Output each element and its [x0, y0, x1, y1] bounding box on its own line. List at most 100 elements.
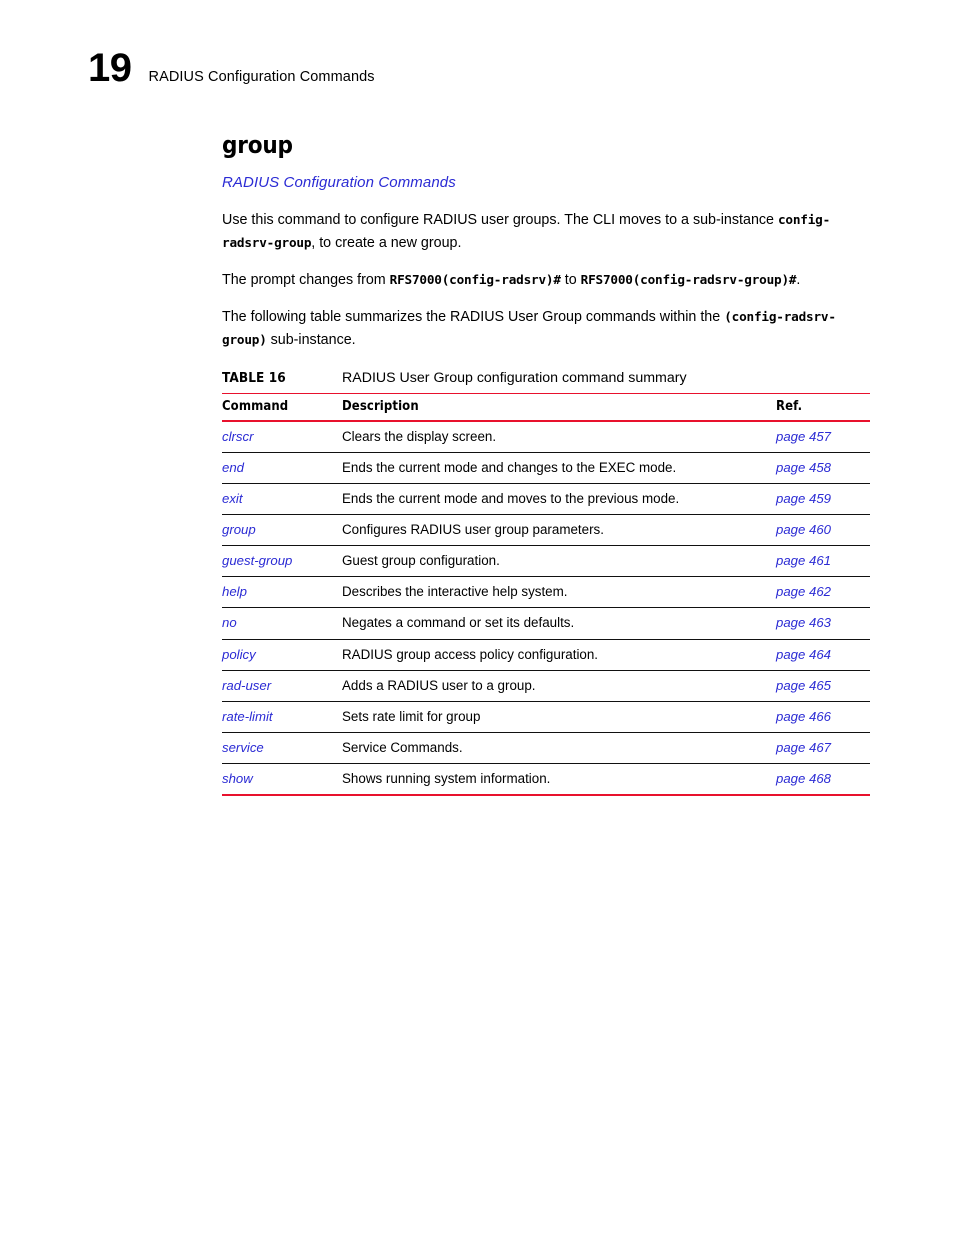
page-reference-link[interactable]: page 463 [776, 615, 831, 630]
table-cell-description: Negates a command or set its defaults. [342, 607, 776, 640]
table-cell-description: Guest group configuration. [342, 545, 776, 578]
chapter-number: 19 [88, 46, 132, 90]
table-cell-command: group [222, 514, 342, 547]
page-reference-link[interactable]: page 466 [776, 709, 831, 724]
paragraph-intro: Use this command to configure RADIUS use… [222, 209, 872, 254]
paragraph-table-intro-text-2: sub-instance. [266, 331, 356, 348]
table-cell-ref: page 465 [776, 670, 870, 702]
page-reference-link[interactable]: page 464 [776, 647, 831, 662]
table-cell-ref: page 458 [776, 452, 870, 485]
chapter-title: RADIUS Configuration Commands [148, 69, 375, 85]
command-link-service[interactable]: service [222, 740, 264, 755]
table-cell-command: end [222, 452, 342, 485]
command-link-rate-limit[interactable]: rate-limit [222, 709, 273, 724]
table-cell-ref: page 463 [776, 607, 870, 640]
table-cell-description: Clears the display screen. [342, 420, 776, 453]
table-header: Command Description Ref. [222, 392, 870, 422]
table-caption-text: RADIUS User Group configuration command … [342, 369, 687, 386]
table-row: show Shows running system information. pag… [222, 763, 870, 796]
command-link-rad-user[interactable]: rad-user [222, 678, 271, 693]
page-reference-link[interactable]: page 467 [776, 740, 831, 755]
table-cell-command: exit [222, 483, 342, 516]
paragraph-prompt-text-3: . [796, 271, 801, 288]
paragraph-prompt-text-2: to [560, 271, 581, 288]
table-cell-ref: page 457 [776, 420, 870, 453]
table-cell-ref: page 459 [776, 483, 870, 516]
command-link-policy[interactable]: policy [222, 647, 256, 662]
command-link-clrscr[interactable]: clrscr [222, 429, 254, 444]
column-header-ref: Ref. [776, 392, 870, 422]
table-cell-ref: page 467 [776, 732, 870, 764]
table-cell-description: Ends the current mode and changes to the… [342, 452, 776, 485]
table-cell-description: Ends the current mode and moves to the p… [342, 483, 776, 516]
page-reference-link[interactable]: page 457 [776, 429, 831, 444]
page-reference-link[interactable]: page 458 [776, 460, 831, 475]
command-link-end[interactable]: end [222, 460, 244, 475]
command-link-group[interactable]: group [222, 522, 256, 537]
table-cell-description: Describes the interactive help system. [342, 576, 776, 609]
table-row: service Service Commands. page 467 [222, 732, 870, 764]
page-reference-link[interactable]: page 468 [776, 771, 831, 786]
column-header-command: Command [222, 392, 342, 422]
table-body: clrscr Clears the display screen. page 457… [222, 420, 870, 796]
command-link-guest-group[interactable]: guest-group [222, 553, 292, 568]
command-link-no[interactable]: no [222, 615, 237, 630]
table-cell-description: RADIUS group access policy configuration… [342, 639, 776, 671]
table-cell-command: guest-group [222, 545, 342, 578]
table-cell-ref: page 460 [776, 514, 870, 547]
table-cell-ref: page 468 [776, 763, 870, 796]
table-cell-command: help [222, 576, 342, 609]
table-row: guest-group Guest group configuration. pag… [222, 545, 870, 578]
table-cell-description: Sets rate limit for group [342, 701, 776, 733]
table-row: rad-user Adds a RADIUS user to a group. pa… [222, 670, 870, 702]
page-content: group RADIUS Configuration Commands Use … [222, 132, 872, 796]
table-row: help Describes the interactive help syste… [222, 576, 870, 609]
table-row: end Ends the current mode and changes to … [222, 452, 870, 485]
table-header-row: Command Description Ref. [222, 392, 870, 422]
page-reference-link[interactable]: page 459 [776, 491, 831, 506]
command-link-exit[interactable]: exit [222, 491, 243, 506]
command-link-show[interactable]: show [222, 771, 253, 786]
paragraph-prompt-text-1: The prompt changes from [222, 271, 390, 288]
table-cell-ref: page 464 [776, 639, 870, 671]
table-cell-command: service [222, 732, 342, 764]
paragraph-table-intro: The following table summarizes the RADIU… [222, 306, 872, 351]
table-cell-command: show [222, 763, 342, 796]
table-row: no Negates a command or set its defaults.… [222, 607, 870, 640]
table-cell-command: no [222, 607, 342, 640]
page-reference-link[interactable]: page 462 [776, 584, 831, 599]
table-cell-command: policy [222, 639, 342, 671]
table-cell-command: rad-user [222, 670, 342, 702]
table-row: policy RADIUS group access policy configu… [222, 639, 870, 671]
paragraph-prompt: The prompt changes from RFS7000(config-r… [222, 269, 872, 291]
table-label: TABLE 16 [222, 369, 286, 386]
page-reference-link[interactable]: page 460 [776, 522, 831, 537]
table-cell-description: Adds a RADIUS user to a group. [342, 670, 776, 702]
table-row: group Configures RADIUS user group parame… [222, 514, 870, 547]
page-reference-link[interactable]: page 465 [776, 678, 831, 693]
inline-code-prompt-after: RFS7000(config-radsrv-group)# [580, 271, 797, 287]
page-title: group [222, 131, 293, 159]
table-caption: TABLE 16 RADIUS User Group configuration… [222, 370, 872, 386]
table-cell-command: rate-limit [222, 701, 342, 733]
command-summary-table: Command Description Ref. clrscr Clears th… [222, 392, 870, 796]
paragraph-intro-text-1: Use this command to configure RADIUS use… [222, 212, 778, 229]
column-header-description: Description [342, 392, 776, 422]
paragraph-intro-text-2: , to create a new group. [311, 234, 462, 251]
table-row: rate-limit Sets rate limit for group page … [222, 701, 870, 733]
table-row: exit Ends the current mode and moves to t… [222, 483, 870, 516]
table-cell-ref: page 462 [776, 576, 870, 609]
command-link-help[interactable]: help [222, 584, 247, 599]
table-row: clrscr Clears the display screen. page 457 [222, 420, 870, 453]
inline-code-prompt-before: RFS7000(config-radsrv)# [389, 271, 561, 287]
page-running-header: 19 RADIUS Configuration Commands [88, 48, 375, 88]
table-cell-description: Configures RADIUS user group parameters. [342, 514, 776, 547]
table-cell-description: Shows running system information. [342, 763, 776, 796]
breadcrumb-link-radius-configuration-commands[interactable]: RADIUS Configuration Commands [222, 174, 872, 191]
table-cell-description: Service Commands. [342, 732, 776, 764]
page-reference-link[interactable]: page 461 [776, 553, 831, 568]
table-cell-command: clrscr [222, 420, 342, 453]
table-cell-ref: page 461 [776, 545, 870, 578]
table-cell-ref: page 466 [776, 701, 870, 733]
paragraph-table-intro-text-1: The following table summarizes the RADIU… [222, 309, 725, 326]
